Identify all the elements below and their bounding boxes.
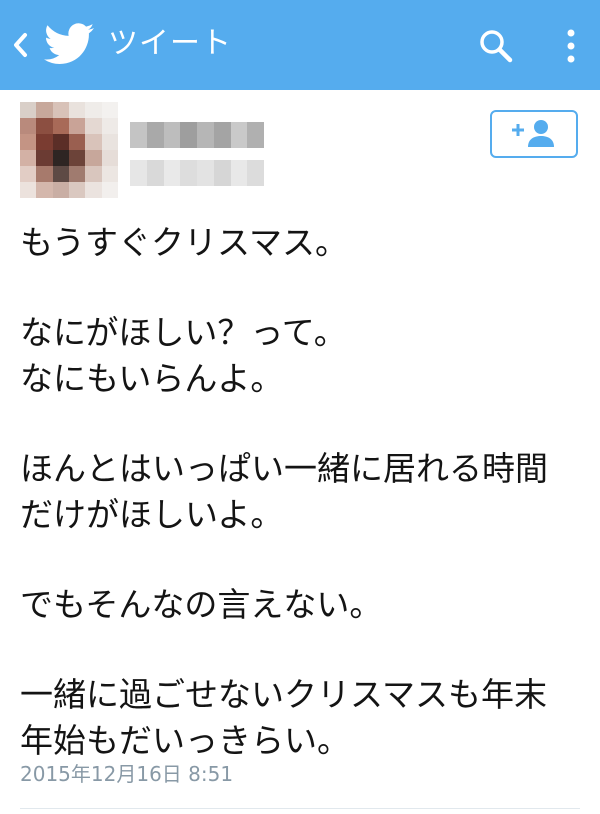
handle-redacted [130, 160, 264, 186]
tweet-detail-screen: ツイート もうすぐクリスマス。 なにがほしい？って。 なにもいらんよ。 ほんとは… [0, 0, 600, 814]
tweet-line: でもそんなの言えない。 [20, 585, 383, 624]
more-vertical-icon [567, 29, 575, 63]
tweet-timestamp: 2015年12月16日 8:51 [20, 762, 234, 786]
tweet-line: 一緒に過ごせないクリスマスも年末 [20, 675, 548, 714]
tweet-line: ほんとはいっぱい一緒に居れる時間 [20, 449, 548, 488]
avatar[interactable] [20, 102, 118, 198]
top-app-bar: ツイート [0, 0, 600, 90]
divider [20, 808, 580, 809]
back-button[interactable] [6, 24, 34, 66]
tweet-line: 年始もだいっきらい。 [20, 721, 350, 760]
search-icon [480, 30, 513, 63]
chevron-left-icon [14, 33, 27, 57]
tweet-text: もうすぐクリスマス。 なにがほしい？って。 なにもいらんよ。 ほんとはいっぱい一… [20, 220, 585, 764]
tweet-line: なにがほしい？って。 [20, 313, 347, 352]
add-user-icon [512, 120, 554, 147]
overflow-menu-button[interactable] [556, 24, 586, 68]
tweet-line: もうすぐクリスマス。 [20, 223, 349, 262]
tweet-line: だけがほしいよ。 [20, 495, 284, 534]
tweet-line: なにもいらんよ。 [20, 359, 284, 398]
username-redacted[interactable] [130, 122, 264, 148]
follow-button[interactable] [490, 110, 578, 158]
page-title: ツイート [108, 26, 232, 61]
twitter-bird-icon [44, 23, 94, 64]
search-button[interactable] [474, 24, 518, 68]
